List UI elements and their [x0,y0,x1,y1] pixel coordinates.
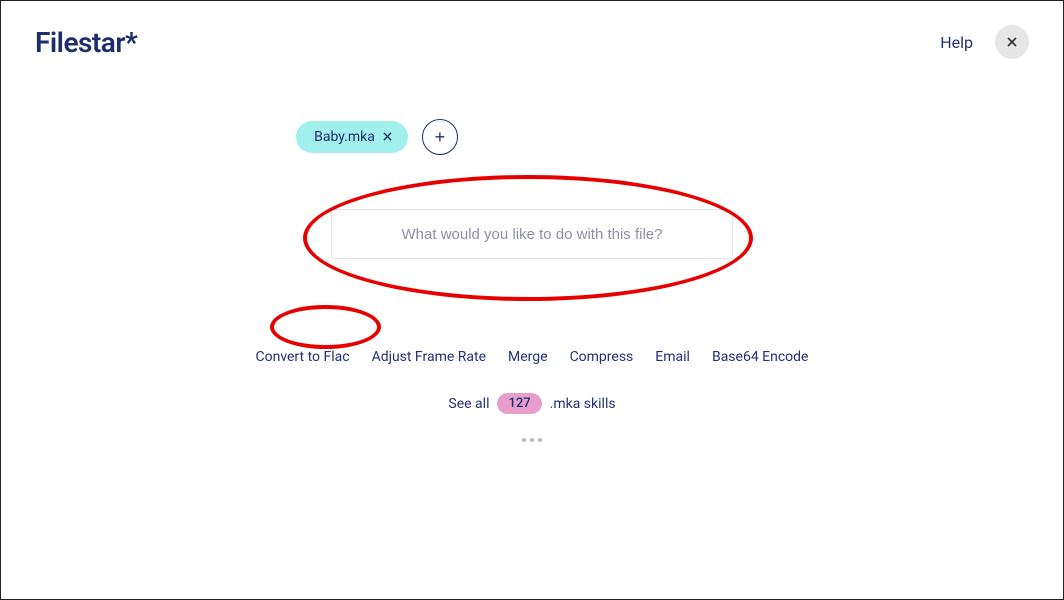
loading-dots-icon [522,438,542,442]
logo-star: * [125,26,137,59]
see-all-skills[interactable]: See all 127 .mka skills [448,393,615,414]
remove-file-icon[interactable] [383,130,392,145]
suggestion-adjust-frame-rate[interactable]: Adjust Frame Rate [372,349,486,365]
suggestion-email[interactable]: Email [655,349,690,365]
suggestion-compress[interactable]: Compress [570,349,634,365]
file-row: Baby.mka + [296,119,458,155]
app-window: Filestar* Help Baby.mka + [0,0,1064,600]
help-link[interactable]: Help [940,33,973,52]
file-chip-label: Baby.mka [314,129,375,145]
close-button[interactable] [995,25,1029,59]
plus-icon: + [435,127,446,148]
close-icon [1007,34,1017,50]
file-chip[interactable]: Baby.mka [296,121,408,153]
search-wrap [331,209,733,259]
suggestion-merge[interactable]: Merge [508,349,548,365]
logo-text: Filestar [35,26,125,59]
see-all-suffix: .mka skills [550,396,616,412]
app-logo: Filestar* [35,26,137,59]
suggestions-row: Convert to Flac Adjust Frame Rate Merge … [255,349,808,365]
main-content: Baby.mka + Convert to Flac Adjust Frame … [1,119,1063,442]
see-all-prefix: See all [448,396,489,412]
header: Filestar* Help [1,1,1063,69]
action-search-input[interactable] [331,209,733,259]
suggestion-base64-encode[interactable]: Base64 Encode [712,349,809,365]
header-right: Help [940,25,1029,59]
suggestion-convert-to-flac[interactable]: Convert to Flac [255,349,349,365]
add-file-button[interactable]: + [422,119,458,155]
skill-count-badge: 127 [497,393,541,414]
